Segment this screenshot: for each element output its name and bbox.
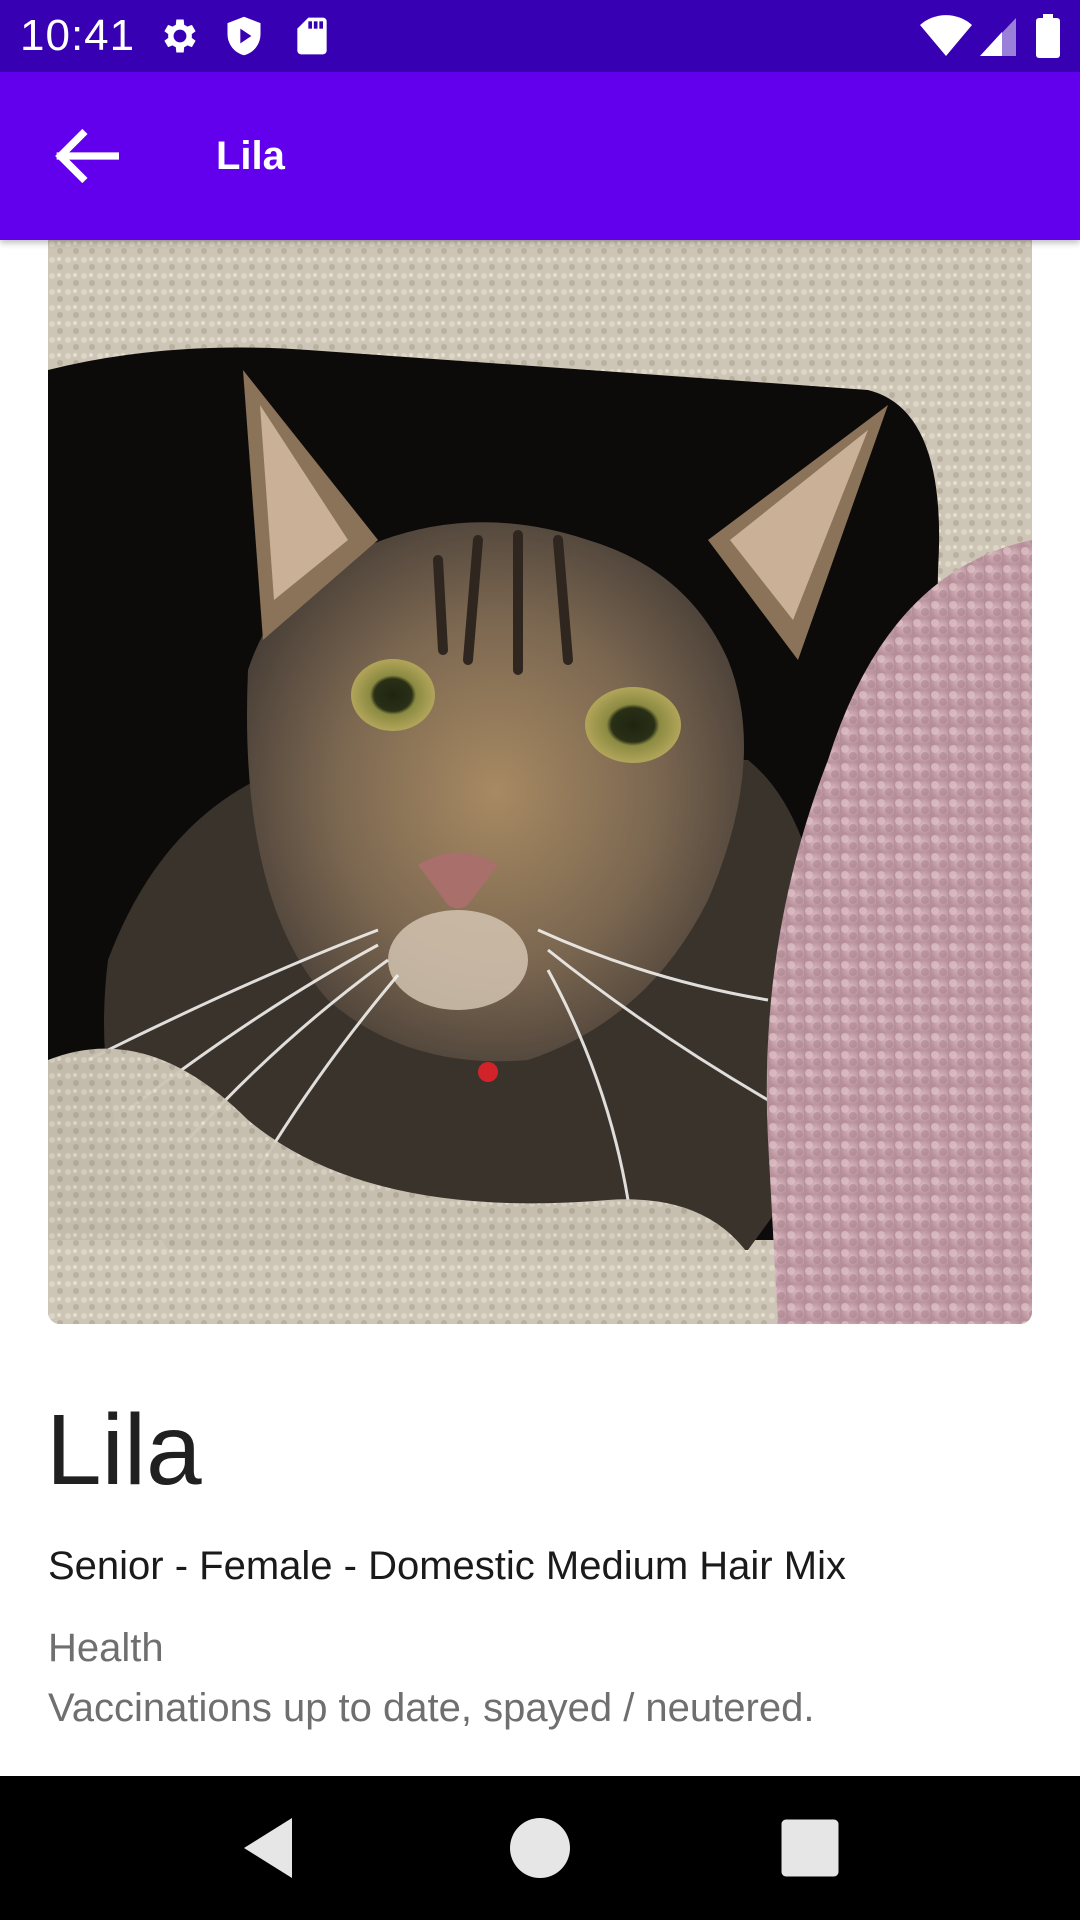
sd-card-icon: [290, 14, 334, 58]
app-bar-title: Lila: [216, 134, 285, 178]
gear-icon: [158, 14, 202, 58]
status-time: 10:41: [20, 11, 136, 60]
nav-home-icon: [504, 1818, 576, 1888]
wifi-icon: [920, 14, 972, 58]
nav-back-button[interactable]: [232, 1812, 304, 1884]
pet-summary: Senior - Female - Domestic Medium Hair M…: [48, 1544, 846, 1588]
arrow-back-icon: [42, 128, 130, 204]
nav-back-icon: [232, 1818, 304, 1888]
cell-signal-icon: [980, 14, 1024, 58]
cat-photo: [48, 240, 1032, 1324]
pet-detail-content[interactable]: Lila Senior - Female - Domestic Medium H…: [0, 240, 1080, 1776]
status-bar: 10:41: [0, 0, 1080, 72]
pet-name: Lila: [46, 1394, 202, 1506]
health-label: Health: [48, 1626, 164, 1670]
system-nav-bar: [0, 1776, 1080, 1920]
back-button[interactable]: [42, 112, 130, 200]
nav-home-button[interactable]: [504, 1812, 576, 1884]
nav-recents-icon: [774, 1819, 846, 1888]
shield-play-icon: [222, 14, 266, 58]
battery-icon: [1036, 14, 1060, 58]
health-text: Vaccinations up to date, spayed / neuter…: [48, 1686, 815, 1730]
nav-recents-button[interactable]: [774, 1812, 846, 1884]
app-bar: Lila: [0, 72, 1080, 240]
